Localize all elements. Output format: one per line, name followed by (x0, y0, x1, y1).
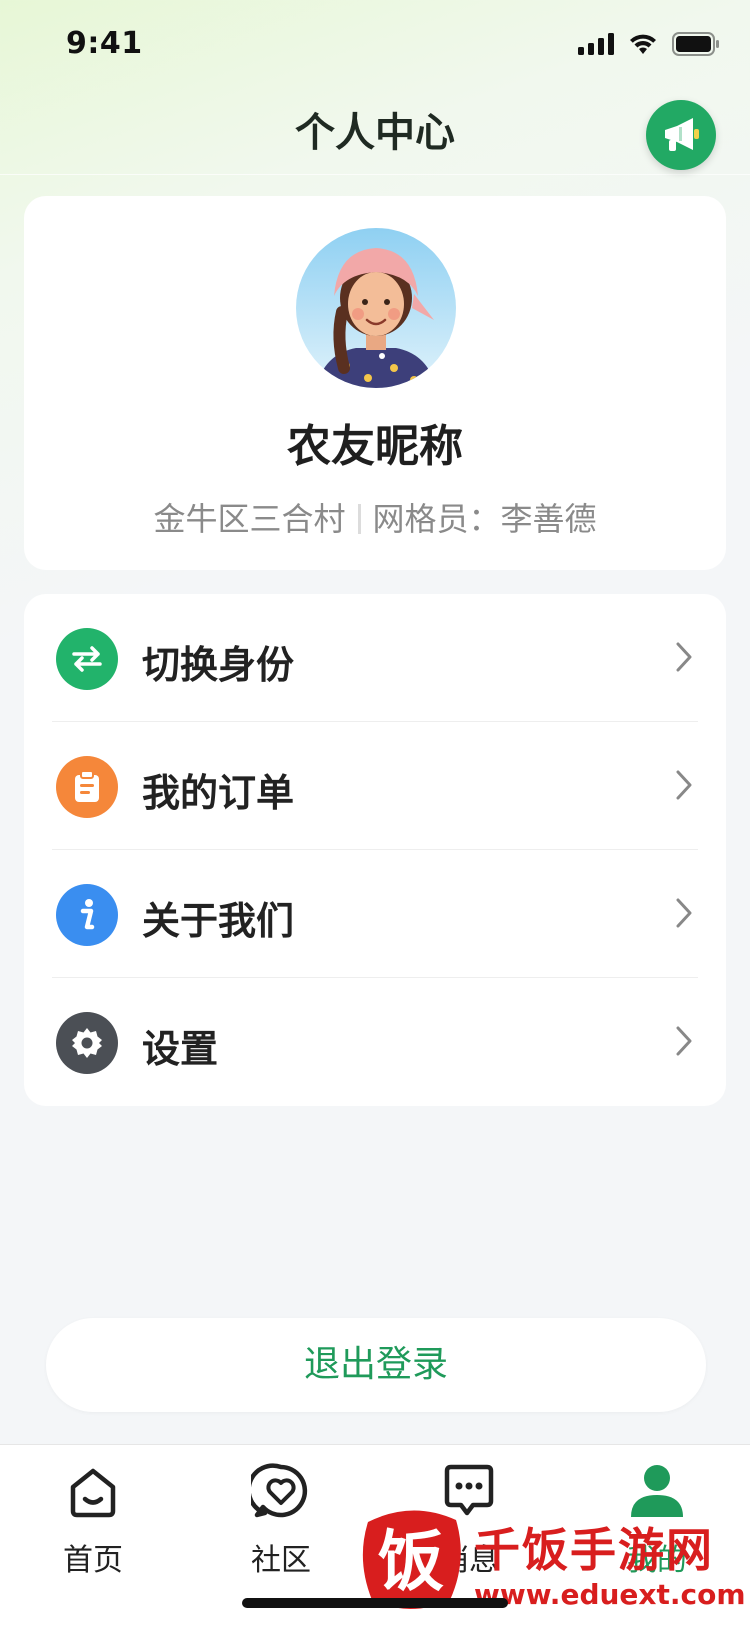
menu-label: 切换身份 (142, 643, 295, 687)
svg-text:饭: 饭 (378, 1523, 444, 1600)
menu-item-settings[interactable]: 设置 (24, 978, 726, 1106)
header-divider (0, 174, 750, 175)
logout-button[interactable]: 退出登录 (46, 1318, 706, 1412)
status-icons (578, 32, 720, 56)
wifi-icon (630, 34, 656, 54)
watermark-title: 千饭手游网 (474, 1523, 714, 1577)
profile-card: 农友昵称 金牛区三合村 网格员：李善德 (24, 196, 726, 570)
avatar-illustration (296, 228, 456, 388)
chevron-right-icon (676, 898, 692, 928)
page-title: 个人中心 (295, 110, 455, 156)
chevron-right-icon (676, 1026, 692, 1056)
tab-label: 首页 (63, 1543, 123, 1578)
info-icon (56, 884, 118, 946)
gear-icon (56, 1012, 118, 1074)
menu-item-my-orders[interactable]: 我的订单 (24, 722, 726, 850)
avatar[interactable] (296, 228, 456, 388)
menu-label: 我的订单 (142, 771, 295, 815)
clipboard-icon (56, 756, 118, 818)
switch-arrows-icon (56, 628, 118, 690)
watermark-url: www.eduext.com (474, 1578, 746, 1611)
menu-label: 设置 (142, 1027, 219, 1071)
battery-icon (672, 32, 719, 56)
profile-meta: 金牛区三合村 网格员：李善德 (24, 494, 726, 540)
menu-card: 切换身份 我的订单 关于我们 设置 (24, 594, 726, 1106)
grid-officer-text: 网格员：李善德 (372, 500, 597, 538)
chevron-right-icon (676, 770, 692, 800)
tab-community[interactable]: 社区 (206, 1461, 356, 1579)
megaphone-icon (665, 118, 699, 151)
meta-divider (357, 504, 361, 534)
chevron-right-icon (676, 642, 692, 672)
menu-label: 关于我们 (142, 899, 295, 943)
status-time: 9:41 (66, 26, 143, 61)
status-bar: 9:41 (0, 0, 750, 90)
location-text: 金牛区三合村 (153, 500, 346, 538)
home-icon (70, 1468, 116, 1518)
announcement-button[interactable] (646, 100, 716, 170)
menu-item-switch-identity[interactable]: 切换身份 (24, 594, 726, 722)
tab-label: 社区 (251, 1543, 311, 1578)
nickname: 农友昵称 (287, 421, 463, 472)
heart-chat-icon (246, 1463, 308, 1518)
cellular-signal-icon (578, 33, 614, 55)
tab-home[interactable]: 首页 (18, 1461, 168, 1579)
menu-item-about-us[interactable]: 关于我们 (24, 850, 726, 978)
home-indicator (242, 1598, 508, 1608)
